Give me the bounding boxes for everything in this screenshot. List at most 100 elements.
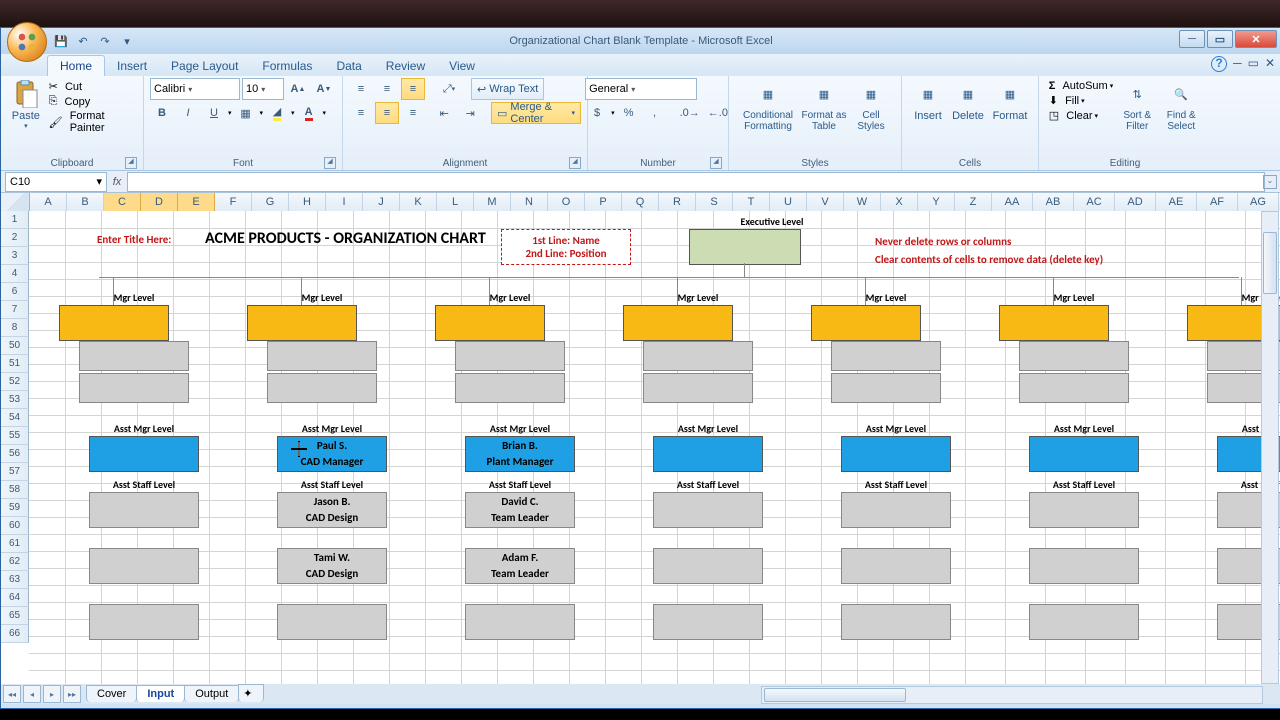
fill-button[interactable]: ⬇ Fill▾ xyxy=(1049,94,1113,107)
col-header-L[interactable]: L xyxy=(437,193,474,211)
row-header-63[interactable]: 63 xyxy=(1,571,29,589)
col-header-AB[interactable]: AB xyxy=(1033,193,1074,211)
tab-insert[interactable]: Insert xyxy=(105,56,159,76)
row-header-53[interactable]: 53 xyxy=(1,391,29,409)
tab-view[interactable]: View xyxy=(437,56,487,76)
tab-home[interactable]: Home xyxy=(47,55,105,76)
row-header-51[interactable]: 51 xyxy=(1,355,29,373)
row-header-58[interactable]: 58 xyxy=(1,481,29,499)
clear-button[interactable]: ◳ Clear▾ xyxy=(1049,109,1113,122)
col-header-AG[interactable]: AG xyxy=(1238,193,1279,211)
col-header-J[interactable]: J xyxy=(363,193,400,211)
row-header-6[interactable]: 6 xyxy=(1,283,29,301)
col-header-M[interactable]: M xyxy=(474,193,511,211)
staff-box[interactable] xyxy=(455,373,565,403)
staff-box[interactable] xyxy=(643,373,753,403)
help-icon[interactable]: ? xyxy=(1211,56,1227,72)
col-header-E[interactable]: E xyxy=(178,193,215,211)
row-header-8[interactable]: 8 xyxy=(1,319,29,337)
italic-button[interactable]: I xyxy=(176,102,200,124)
align-bottom-button[interactable]: ≡ xyxy=(401,78,425,100)
format-cells-button[interactable]: ▦Format xyxy=(990,78,1030,122)
asst-staff-box[interactable] xyxy=(465,604,575,640)
tab-formulas[interactable]: Formulas xyxy=(250,56,324,76)
fill-color-button[interactable]: ◢ xyxy=(265,102,289,124)
scrollbar-thumb[interactable] xyxy=(764,688,906,702)
staff-box[interactable] xyxy=(643,341,753,371)
qat-customize[interactable]: ▾ xyxy=(117,31,137,51)
format-painter-button[interactable]: 🖌 Format Painter xyxy=(49,110,137,134)
cells-area[interactable]: Enter Title Here: ACME PRODUCTS - ORGANI… xyxy=(29,211,1280,684)
staff-box[interactable] xyxy=(831,341,941,371)
sheet-nav-first[interactable]: ◂◂ xyxy=(3,685,21,703)
col-header-X[interactable]: X xyxy=(881,193,918,211)
col-header-S[interactable]: S xyxy=(696,193,733,211)
clipboard-launcher[interactable]: ◢ xyxy=(125,157,137,169)
formula-input[interactable] xyxy=(127,172,1265,192)
staff-box[interactable] xyxy=(455,341,565,371)
increase-indent-button[interactable]: ⇥ xyxy=(458,102,482,124)
col-header-D[interactable]: D xyxy=(141,193,178,211)
asst-staff-box[interactable] xyxy=(1029,604,1139,640)
align-center-button[interactable]: ≡ xyxy=(375,102,399,124)
align-top-button[interactable]: ≡ xyxy=(349,78,373,100)
autosum-button[interactable]: Σ AutoSum▾ xyxy=(1049,80,1113,92)
grow-font-button[interactable]: A▲ xyxy=(286,78,310,100)
row-header-60[interactable]: 60 xyxy=(1,517,29,535)
orientation-button[interactable]: ⤢▾ xyxy=(437,78,461,100)
sheet-tab-input[interactable]: Input xyxy=(136,685,185,702)
row-header-2[interactable]: 2 xyxy=(1,229,29,247)
cut-button[interactable]: ✂ Cut xyxy=(49,80,137,93)
asst-mgr-box[interactable] xyxy=(653,436,763,472)
qat-undo[interactable]: ↶ xyxy=(73,31,93,51)
tab-data[interactable]: Data xyxy=(324,56,373,76)
underline-button[interactable]: U xyxy=(202,102,226,124)
asst-staff-box[interactable] xyxy=(653,604,763,640)
asst-staff-box[interactable] xyxy=(89,604,199,640)
col-header-AA[interactable]: AA xyxy=(992,193,1033,211)
col-header-R[interactable]: R xyxy=(659,193,696,211)
staff-box[interactable] xyxy=(831,373,941,403)
sheet-nav-next[interactable]: ▸ xyxy=(43,685,61,703)
row-header-3[interactable]: 3 xyxy=(1,247,29,265)
col-header-Y[interactable]: Y xyxy=(918,193,955,211)
row-header-54[interactable]: 54 xyxy=(1,409,29,427)
col-header-Z[interactable]: Z xyxy=(955,193,992,211)
sheet-nav-prev[interactable]: ◂ xyxy=(23,685,41,703)
col-header-G[interactable]: G xyxy=(252,193,289,211)
mgr-box[interactable] xyxy=(435,305,545,341)
asst-staff-box[interactable] xyxy=(1029,548,1139,584)
sheet-nav-last[interactable]: ▸▸ xyxy=(63,685,81,703)
horizontal-scrollbar[interactable] xyxy=(761,686,1263,704)
maximize-button[interactable]: ▭ xyxy=(1207,30,1233,48)
col-header-V[interactable]: V xyxy=(807,193,844,211)
align-middle-button[interactable]: ≡ xyxy=(375,78,399,100)
asst-staff-box[interactable] xyxy=(653,548,763,584)
ribbon-minimize-button[interactable]: ─ xyxy=(1233,56,1242,72)
ribbon-restore-button[interactable]: ▭ xyxy=(1248,56,1259,72)
asst-mgr-box[interactable] xyxy=(1029,436,1139,472)
mgr-box[interactable] xyxy=(623,305,733,341)
shrink-font-button[interactable]: A▼ xyxy=(312,78,336,100)
decrease-indent-button[interactable]: ⇤ xyxy=(432,102,456,124)
mgr-box[interactable] xyxy=(811,305,921,341)
asst-staff-box[interactable] xyxy=(653,492,763,528)
col-header-AF[interactable]: AF xyxy=(1197,193,1238,211)
col-header-N[interactable]: N xyxy=(511,193,548,211)
borders-button[interactable]: ▦ xyxy=(234,102,258,124)
bold-button[interactable]: B xyxy=(150,102,174,124)
qat-save[interactable]: 💾 xyxy=(51,31,71,51)
font-size-combo[interactable]: 10▾ xyxy=(242,78,284,100)
mgr-box[interactable] xyxy=(247,305,357,341)
col-header-Q[interactable]: Q xyxy=(622,193,659,211)
merge-center-button[interactable]: ▭Merge & Center▾ xyxy=(491,102,581,124)
col-header-W[interactable]: W xyxy=(844,193,881,211)
row-header-57[interactable]: 57 xyxy=(1,463,29,481)
ribbon-close-button[interactable]: ✕ xyxy=(1265,56,1275,72)
row-header-62[interactable]: 62 xyxy=(1,553,29,571)
asst-staff-box[interactable]: Jason B.CAD Design xyxy=(277,492,387,528)
staff-box[interactable] xyxy=(1019,341,1129,371)
paste-button[interactable]: Paste▾ xyxy=(7,78,45,130)
row-header-65[interactable]: 65 xyxy=(1,607,29,625)
insert-cells-button[interactable]: ▦Insert xyxy=(910,78,946,122)
